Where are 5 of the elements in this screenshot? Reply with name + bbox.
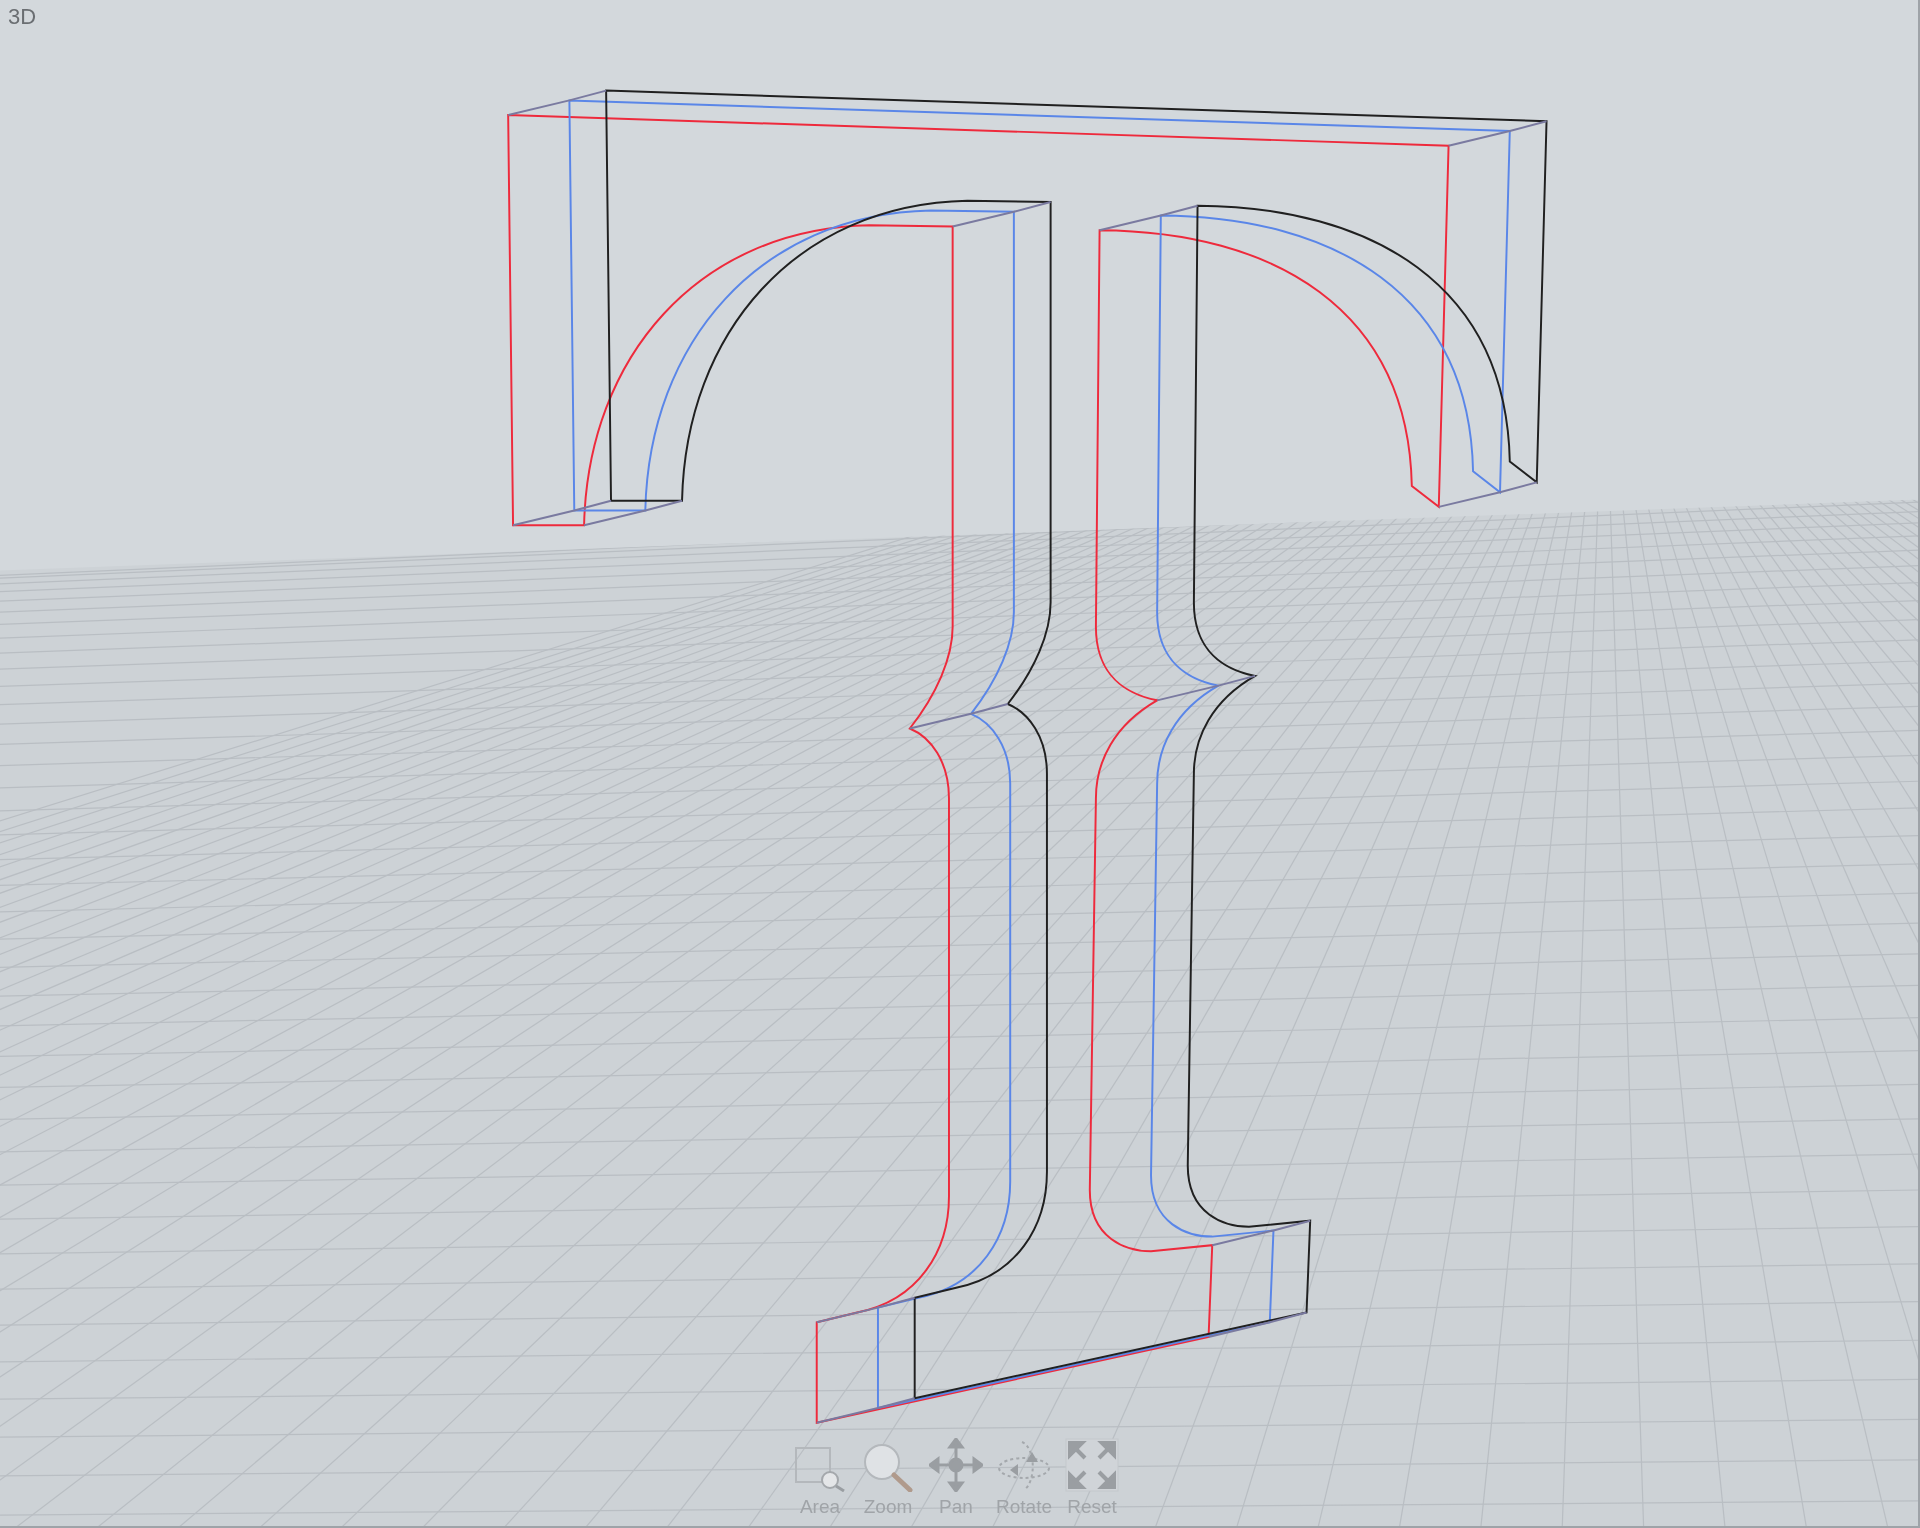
expand-arrows-icon: [1065, 1438, 1119, 1492]
viewport-label: 3D: [8, 4, 37, 30]
magnifier-icon: [862, 1442, 914, 1492]
area-zoom-icon: [794, 1446, 846, 1492]
move-arrows-icon: [929, 1438, 983, 1492]
